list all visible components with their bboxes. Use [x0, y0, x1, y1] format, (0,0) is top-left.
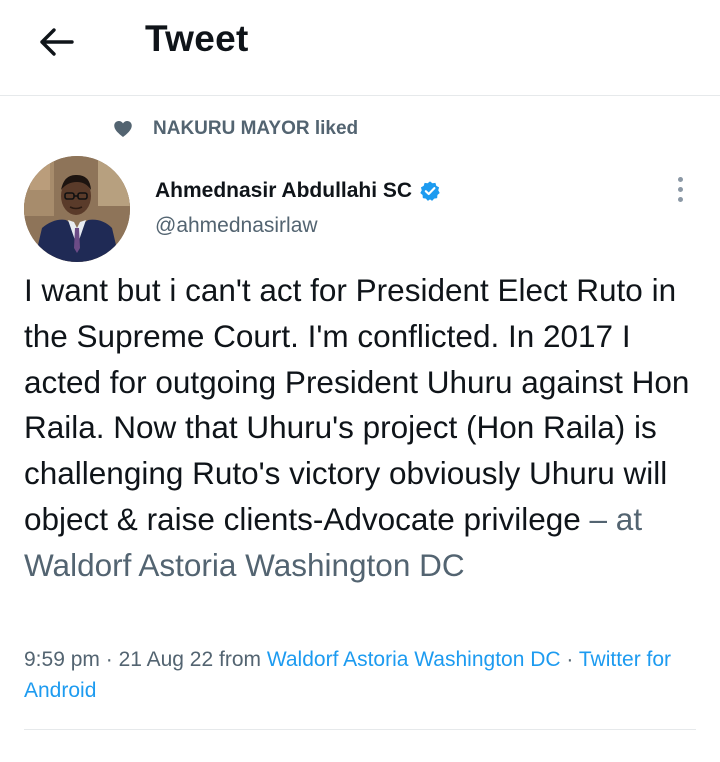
back-button[interactable] — [36, 24, 76, 60]
social-context[interactable]: NAKURU MAYOR liked — [113, 116, 358, 142]
more-dots-icon — [677, 176, 683, 182]
top-app-bar: Tweet — [0, 0, 720, 95]
avatar[interactable] — [24, 156, 130, 262]
more-options-button[interactable] — [668, 172, 692, 206]
meta-from-label: from — [213, 648, 267, 671]
profile-photo — [24, 156, 130, 262]
social-context-text: NAKURU MAYOR liked — [153, 118, 359, 139]
tweet-time: 9:59 pm — [24, 648, 100, 671]
verified-badge-icon — [420, 181, 440, 201]
tweet-metadata: 9:59 pm · 21 Aug 22 from Waldorf Astoria… — [24, 644, 704, 706]
tweet-date: 21 Aug 22 — [118, 648, 214, 671]
more-dots-icon — [677, 196, 683, 202]
heart-icon — [114, 121, 132, 137]
more-dots-icon — [677, 186, 683, 192]
author-name-row: Ahmednasir Abdullahi SC — [155, 176, 441, 206]
author-handle[interactable]: @ahmednasirlaw — [155, 214, 441, 238]
page-title: Tweet — [145, 18, 249, 59]
tweet-body: I want but i can't act for President Ele… — [24, 272, 690, 537]
arrow-left-icon — [40, 28, 74, 56]
author-name[interactable]: Ahmednasir Abdullahi SC — [155, 179, 412, 203]
author-block[interactable]: Ahmednasir Abdullahi SC @ahmednasirlaw — [155, 176, 441, 238]
tweet-text: I want but i can't act for President Ele… — [24, 268, 704, 589]
section-divider — [24, 729, 696, 730]
meta-separator: · — [560, 648, 579, 671]
header-divider — [0, 95, 720, 96]
location-link[interactable]: Waldorf Astoria Washington DC — [267, 648, 561, 671]
meta-separator: · — [99, 648, 119, 671]
